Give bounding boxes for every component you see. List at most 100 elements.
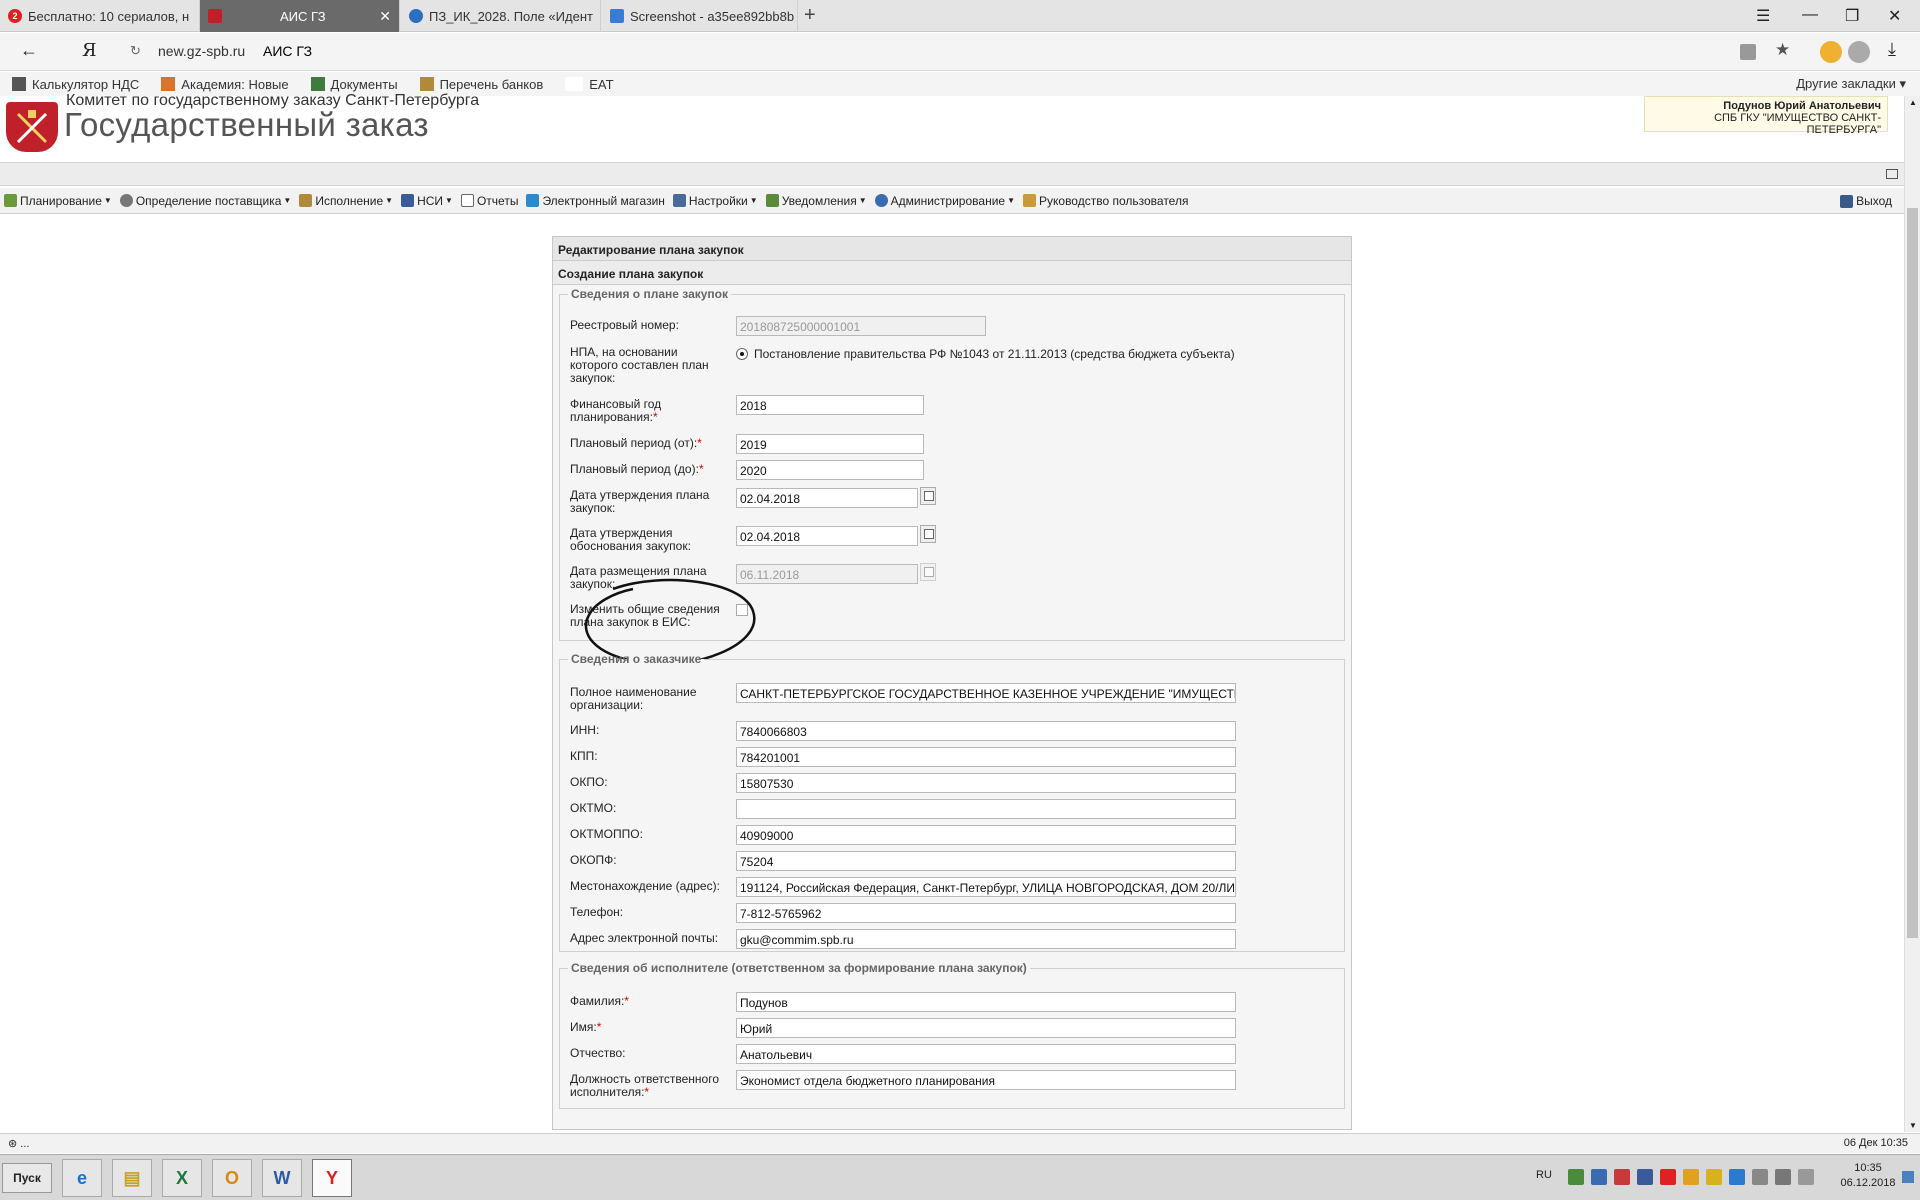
extension-icon[interactable]	[1848, 41, 1870, 63]
bookmark-academy[interactable]: Академия: Новые	[161, 77, 289, 92]
menu-settings[interactable]: Настройки ▼	[672, 193, 758, 208]
menu-planning[interactable]: Планирование ▼	[4, 194, 112, 208]
bookmark-label: Калькулятор НДС	[32, 76, 140, 92]
bookmark-star-icon[interactable]: ★	[1775, 40, 1790, 60]
excel-icon[interactable]: X	[162, 1159, 202, 1197]
period-from-field[interactable]: 2019	[736, 434, 924, 454]
tray-app-icon[interactable]	[1591, 1169, 1607, 1185]
restore-icon[interactable]: ❐	[1845, 6, 1859, 26]
phone-field[interactable]: 7-812-5765962	[736, 903, 1236, 923]
status-text: ⊛ ...	[8, 1138, 30, 1150]
menu-notifications[interactable]: Уведомления ▼	[765, 194, 867, 208]
bookmark-banks[interactable]: Перечень банков	[419, 76, 544, 92]
protect-icon[interactable]	[1740, 44, 1756, 60]
org-fullname-field[interactable]: САНКТ-ПЕТЕРБУРГСКОЕ ГОСУДАРСТВЕННОЕ КАЗЕ…	[736, 683, 1236, 703]
tray-network-icon[interactable]	[1568, 1169, 1584, 1185]
outlook-icon[interactable]: O	[212, 1159, 252, 1197]
okpo-field[interactable]: 15807530	[736, 773, 1236, 793]
language-indicator[interactable]: RU	[1536, 1169, 1552, 1181]
tab-pz-ik[interactable]: ПЗ_ИК_2028. Поле «Идент	[401, 0, 601, 32]
yandex-logo-icon[interactable]: Я	[82, 40, 97, 61]
close-tab-icon[interactable]: ✕	[379, 8, 391, 25]
justify-date-field[interactable]: 02.04.2018	[736, 526, 918, 546]
scroll-down-icon[interactable]: ▼	[1909, 1121, 1917, 1130]
position-field[interactable]: Экономист отдела бюджетного планирования	[736, 1070, 1236, 1090]
tab-screenshot[interactable]: Screenshot - a35ee892bb8b	[602, 0, 798, 32]
academy-icon	[161, 77, 176, 91]
tray-tool-icon[interactable]	[1614, 1169, 1630, 1185]
kpp-field[interactable]: 784201001	[736, 747, 1236, 767]
period-to-field[interactable]: 2020	[736, 460, 924, 480]
menu-manual[interactable]: Руководство пользователя	[1023, 194, 1188, 208]
bookmark-label: Перечень банков	[439, 76, 544, 92]
windows-taskbar: Пуск e ▤ X O W Y RU 10:35 06.12.2018	[0, 1154, 1920, 1200]
approve-date-field[interactable]: 02.04.2018	[736, 488, 918, 508]
oktmoppo-field[interactable]: 40909000	[736, 825, 1236, 845]
calendar-icon[interactable]	[920, 525, 936, 543]
fin-year-field[interactable]: 2018	[736, 395, 924, 415]
explorer-icon[interactable]: ▤	[112, 1159, 152, 1197]
tray-display-icon[interactable]	[1752, 1169, 1768, 1185]
address-field[interactable]: 191124, Российская Федерация, Санкт-Пете…	[736, 877, 1236, 897]
start-button[interactable]: Пуск	[2, 1163, 52, 1193]
tab-ais-gz[interactable]: АИС ГЗ ✕	[200, 0, 400, 32]
field-label: Местонахождение (адрес):	[570, 879, 720, 893]
system-tray	[1568, 1169, 1821, 1185]
page-scrollbar[interactable]: ▲ ▼	[1904, 96, 1920, 1132]
new-tab-button[interactable]: +	[804, 4, 816, 27]
email-field[interactable]: gku@commim.spb.ru	[736, 929, 1236, 949]
close-window-icon[interactable]: ✕	[1888, 6, 1901, 26]
tray-office-icon[interactable]	[1706, 1169, 1722, 1185]
scrollbar-thumb[interactable]	[1907, 208, 1918, 938]
other-bookmarks[interactable]: Другие закладки ▾	[1796, 76, 1906, 92]
section-legend: Сведения о плане закупок	[571, 287, 729, 301]
tab-serials[interactable]: 2 Бесплатно: 10 сериалов, н	[0, 0, 200, 32]
menu-supplier[interactable]: Определение поставщика ▼	[119, 194, 291, 208]
tray-update-icon[interactable]	[1729, 1169, 1745, 1185]
npa-radio[interactable]	[736, 348, 748, 360]
tray-flag-icon[interactable]	[1775, 1169, 1791, 1185]
field-label: Реестровый номер:	[570, 318, 679, 332]
ie-icon[interactable]: e	[62, 1159, 102, 1197]
menu-eshop[interactable]: Электронный магазин	[526, 194, 665, 208]
bookmark-documents[interactable]: Документы	[310, 77, 398, 92]
calendar-icon[interactable]	[920, 487, 936, 505]
tray-pdf-icon[interactable]	[1660, 1169, 1676, 1185]
oktmo-field[interactable]	[736, 799, 1236, 819]
lastname-field[interactable]: Подунов	[736, 992, 1236, 1012]
download-icon[interactable]: ⤓	[1888, 39, 1896, 60]
menu-reports[interactable]: Отчеты	[460, 194, 518, 208]
url-field[interactable]: new.gz-spb.ru	[158, 43, 245, 59]
okopf-field[interactable]: 75204	[736, 851, 1236, 871]
minimize-icon[interactable]: —	[1802, 6, 1818, 24]
tray-volume-icon[interactable]	[1798, 1169, 1814, 1185]
menu-label: Исполнение	[315, 193, 384, 208]
menu-label: Настройки	[688, 193, 748, 208]
yandex-browser-icon[interactable]: Y	[312, 1159, 352, 1197]
change-eis-checkbox[interactable]	[736, 604, 748, 616]
inn-field[interactable]: 7840066803	[736, 721, 1236, 741]
word-icon[interactable]: W	[262, 1159, 302, 1197]
menu-execution[interactable]: Исполнение ▼	[299, 194, 393, 208]
back-button[interactable]: ←	[20, 40, 38, 61]
tab-label: ПЗ_ИК_2028. Поле «Идент	[429, 8, 593, 24]
menu-nsi[interactable]: НСИ ▼	[401, 194, 453, 208]
tray-warning-icon[interactable]	[1683, 1169, 1699, 1185]
minimize-panel-icon[interactable]	[1886, 169, 1898, 179]
tray-security-icon[interactable]	[1637, 1169, 1653, 1185]
exit-button[interactable]: Выход	[1840, 194, 1892, 208]
middlename-field[interactable]: Анатольевич	[736, 1044, 1236, 1064]
scroll-up-icon[interactable]: ▲	[1909, 98, 1917, 107]
user-organization: СПБ ГКУ "ИМУЩЕСТВО САНКТ-ПЕТЕРБУРГА"	[1714, 112, 1881, 136]
weather-extension-icon[interactable]	[1820, 41, 1842, 63]
bookmark-eat[interactable]: EAT	[565, 77, 614, 92]
field-label: Дата размещения плана закупок:	[570, 564, 707, 591]
show-desktop-icon[interactable]	[1902, 1171, 1914, 1183]
bookmark-calculator[interactable]: Калькулятор НДС	[12, 77, 139, 92]
menu-icon[interactable]: ☰	[1756, 6, 1770, 26]
firstname-field[interactable]: Юрий	[736, 1018, 1236, 1038]
field-label: ОКТМО:	[570, 801, 617, 815]
menu-admin[interactable]: Администрирование ▼	[874, 193, 1015, 208]
taskbar-clock[interactable]: 10:35 06.12.2018	[1838, 1161, 1898, 1191]
menu-label: Администрирование	[890, 193, 1006, 208]
